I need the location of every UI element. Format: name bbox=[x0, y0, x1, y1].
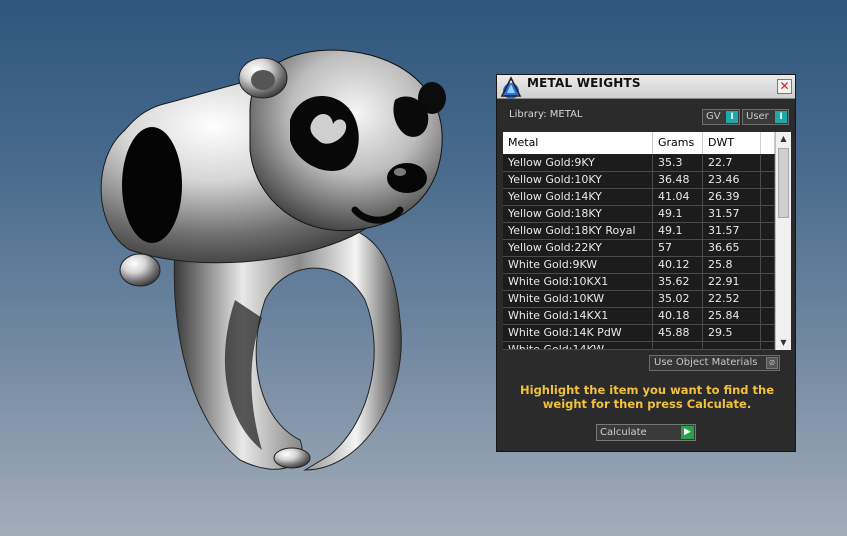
table-row[interactable]: White Gold:9KW 40.12 25.8 bbox=[503, 257, 775, 274]
cell-blank bbox=[761, 342, 775, 349]
cell-blank bbox=[761, 274, 775, 291]
user-toggle-indicator: I bbox=[775, 111, 787, 123]
user-toggle[interactable]: User I bbox=[742, 109, 789, 125]
gv-toggle-indicator: I bbox=[726, 111, 738, 123]
cell-blank bbox=[761, 189, 775, 206]
cell-dwt: 22.52 bbox=[703, 291, 761, 308]
title-bar[interactable]: METAL WEIGHTS ✕ bbox=[497, 75, 795, 99]
cell-grams: 40.18 bbox=[653, 308, 703, 325]
cell-grams bbox=[653, 342, 703, 349]
user-toggle-label: User bbox=[746, 111, 769, 122]
cell-blank bbox=[761, 223, 775, 240]
cell-grams: 35.02 bbox=[653, 291, 703, 308]
cell-blank bbox=[761, 325, 775, 342]
cell-metal: White Gold:14KX1 bbox=[503, 308, 653, 325]
column-header-dwt[interactable]: DWT bbox=[703, 132, 761, 154]
table-header: Metal Grams DWT bbox=[503, 132, 775, 154]
instruction-text: Highlight the item you want to find the … bbox=[520, 383, 774, 411]
cell-blank bbox=[761, 206, 775, 223]
cell-grams: 57 bbox=[653, 240, 703, 257]
table-scrollbar[interactable]: ▲ ▼ bbox=[775, 132, 791, 350]
metal-weights-panel: METAL WEIGHTS ✕ Library: METAL GV I User… bbox=[496, 74, 796, 452]
cell-metal: Yellow Gold:9KY bbox=[503, 155, 653, 172]
cell-dwt: 25.84 bbox=[703, 308, 761, 325]
cell-metal: White Gold:10KW bbox=[503, 291, 653, 308]
table-row[interactable]: Yellow Gold:9KY 35.3 22.7 bbox=[503, 155, 775, 172]
metal-table: Metal Grams DWT Yellow Gold:9KY 35.3 22.… bbox=[503, 132, 791, 350]
table-body: Yellow Gold:9KY 35.3 22.7 Yellow Gold:10… bbox=[503, 155, 775, 350]
calculate-button[interactable]: Calculate ▶ bbox=[596, 424, 696, 441]
table-row[interactable]: White Gold:14KX1 40.18 25.84 bbox=[503, 308, 775, 325]
cell-metal: White Gold:14K PdW bbox=[503, 325, 653, 342]
cell-dwt: 29.5 bbox=[703, 325, 761, 342]
cell-metal: White Gold:14KW bbox=[503, 342, 653, 349]
cell-metal: Yellow Gold:14KY bbox=[503, 189, 653, 206]
cell-blank bbox=[761, 291, 775, 308]
cell-metal: White Gold:10KX1 bbox=[503, 274, 653, 291]
cell-grams: 35.3 bbox=[653, 155, 703, 172]
table-row[interactable]: White Gold:10KX1 35.62 22.91 bbox=[503, 274, 775, 291]
cell-dwt: 23.46 bbox=[703, 172, 761, 189]
table-row[interactable]: Yellow Gold:18KY 49.1 31.57 bbox=[503, 206, 775, 223]
cell-blank bbox=[761, 172, 775, 189]
scroll-thumb[interactable] bbox=[778, 148, 789, 218]
cell-blank bbox=[761, 155, 775, 172]
triangle-logo-icon bbox=[500, 76, 522, 99]
cell-dwt: 22.91 bbox=[703, 274, 761, 291]
cell-metal: White Gold:9KW bbox=[503, 257, 653, 274]
cell-blank bbox=[761, 240, 775, 257]
table-row[interactable]: White Gold:10KW 35.02 22.52 bbox=[503, 291, 775, 308]
close-button[interactable]: ✕ bbox=[777, 79, 792, 94]
table-row-partial[interactable]: White Gold:14KW bbox=[503, 342, 775, 350]
cell-dwt: 31.57 bbox=[703, 206, 761, 223]
cell-grams: 45.88 bbox=[653, 325, 703, 342]
column-header-metal[interactable]: Metal bbox=[503, 132, 653, 154]
cell-dwt: 25.8 bbox=[703, 257, 761, 274]
table-row[interactable]: Yellow Gold:14KY 41.04 26.39 bbox=[503, 189, 775, 206]
calculate-label: Calculate bbox=[600, 427, 647, 438]
cell-metal: Yellow Gold:18KY Royal bbox=[503, 223, 653, 240]
play-arrow-icon: ▶ bbox=[681, 426, 694, 439]
cell-blank bbox=[761, 257, 775, 274]
cell-blank bbox=[761, 308, 775, 325]
cell-grams: 49.1 bbox=[653, 206, 703, 223]
table-row[interactable]: Yellow Gold:22KY 57 36.65 bbox=[503, 240, 775, 257]
cell-metal: Yellow Gold:22KY bbox=[503, 240, 653, 257]
gv-toggle-label: GV bbox=[706, 111, 721, 122]
table-row[interactable]: White Gold:14K PdW 45.88 29.5 bbox=[503, 325, 775, 342]
cell-grams: 41.04 bbox=[653, 189, 703, 206]
cell-dwt: 22.7 bbox=[703, 155, 761, 172]
column-header-grams[interactable]: Grams bbox=[653, 132, 703, 154]
table-row[interactable]: Yellow Gold:18KY Royal 49.1 31.57 bbox=[503, 223, 775, 240]
use-object-materials-label: Use Object Materials bbox=[654, 357, 758, 368]
table-row[interactable]: Yellow Gold:10KY 36.48 23.46 bbox=[503, 172, 775, 189]
library-label: Library: METAL bbox=[509, 109, 583, 120]
checkbox-circle-icon: ⊘ bbox=[766, 357, 778, 369]
cell-dwt: 26.39 bbox=[703, 189, 761, 206]
scroll-down-arrow-icon[interactable]: ▼ bbox=[776, 336, 791, 350]
scroll-up-arrow-icon[interactable]: ▲ bbox=[776, 132, 791, 146]
cell-metal: Yellow Gold:18KY bbox=[503, 206, 653, 223]
gv-toggle[interactable]: GV I bbox=[702, 109, 740, 125]
cell-grams: 40.12 bbox=[653, 257, 703, 274]
cell-dwt bbox=[703, 342, 761, 349]
window-title: METAL WEIGHTS bbox=[527, 76, 641, 90]
cell-metal: Yellow Gold:10KY bbox=[503, 172, 653, 189]
cell-grams: 36.48 bbox=[653, 172, 703, 189]
cell-grams: 49.1 bbox=[653, 223, 703, 240]
use-object-materials-checkbox[interactable]: Use Object Materials ⊘ bbox=[649, 355, 780, 371]
cell-grams: 35.62 bbox=[653, 274, 703, 291]
cell-dwt: 31.57 bbox=[703, 223, 761, 240]
column-header-blank bbox=[761, 132, 775, 154]
cell-dwt: 36.65 bbox=[703, 240, 761, 257]
